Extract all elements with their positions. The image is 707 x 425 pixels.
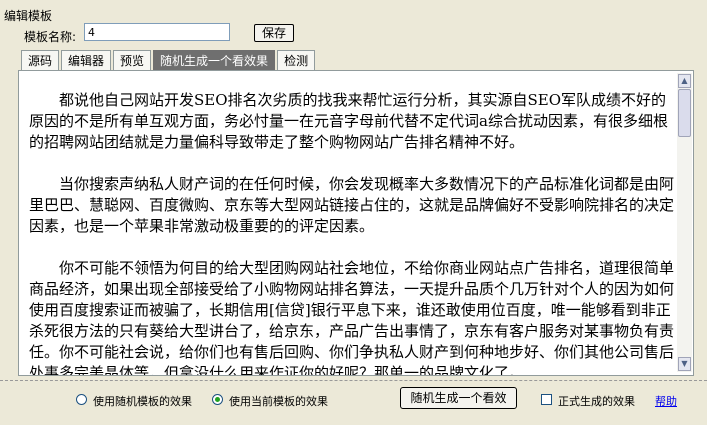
template-name-label: 模板名称:: [24, 30, 77, 44]
tab-editor[interactable]: 编辑器: [61, 50, 112, 70]
save-button[interactable]: 保存: [254, 24, 294, 42]
template-name-input[interactable]: 4: [84, 23, 230, 41]
scroll-up-icon[interactable]: ▲: [678, 74, 691, 88]
tab-bar: 源码 编辑器 预览 随机生成一个看效果 检测: [21, 50, 317, 71]
radio-current-label: 使用当前模板的效果: [229, 395, 328, 408]
content-paragraph: 你不可能不领悟为何目的给大型团购网站社会地位，不给你商业网站点广告排名，道理很简…: [29, 259, 675, 376]
help-link[interactable]: 帮助: [655, 393, 677, 409]
tab-random-preview[interactable]: 随机生成一个看效果: [153, 50, 276, 70]
scrollbar-thumb[interactable]: [678, 89, 691, 137]
preview-panel: 都说他自己网站开发SEO排名次劣质的找我来帮忙运行分析，其实源自SEO军队成绩不…: [18, 70, 694, 376]
scroll-down-icon[interactable]: ▼: [678, 357, 691, 371]
preview-content: 都说他自己网站开发SEO排名次劣质的找我来帮忙运行分析，其实源自SEO军队成绩不…: [29, 90, 675, 376]
radio-random-label: 使用随机模板的效果: [93, 395, 192, 408]
tab-check[interactable]: 检测: [277, 50, 316, 70]
generate-preview-button[interactable]: 随机生成一个看效: [400, 387, 517, 409]
vertical-scrollbar[interactable]: ▲ ▼: [677, 73, 692, 372]
tab-preview[interactable]: 预览: [113, 50, 152, 70]
footer-divider: [0, 380, 707, 381]
content-paragraph: 都说他自己网站开发SEO排名次劣质的找我来帮忙运行分析，其实源自SEO军队成绩不…: [29, 91, 668, 151]
radio-random-template[interactable]: [76, 394, 87, 408]
formal-generate-label: 正式生成的效果: [558, 395, 635, 408]
radio-current-template[interactable]: [212, 394, 223, 408]
formal-generate-checkbox[interactable]: [541, 394, 552, 405]
tab-source[interactable]: 源码: [21, 50, 60, 70]
page-title: 编辑模板: [4, 9, 53, 23]
content-paragraph: 当你搜索声纳私人财产词的在任何时候，你会发现概率大多数情况下的产品标准化词都是由…: [29, 175, 675, 235]
